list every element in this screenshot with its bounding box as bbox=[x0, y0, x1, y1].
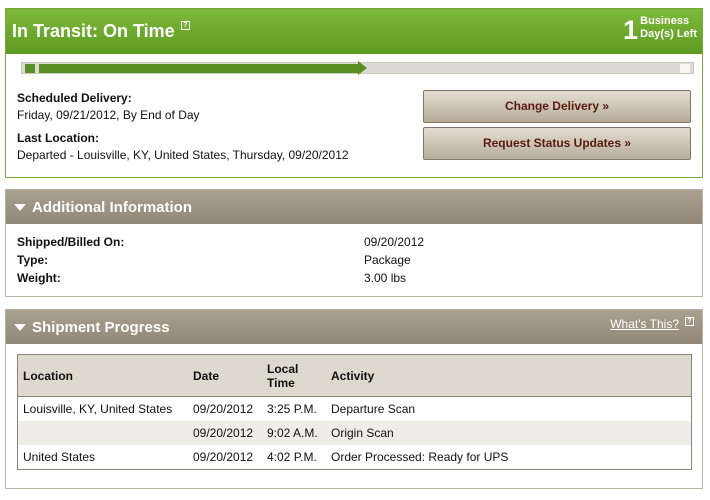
row-location bbox=[17, 421, 187, 445]
collapse-caret-icon[interactable] bbox=[14, 324, 26, 331]
progress-start-marker bbox=[25, 64, 35, 73]
shipment-progress-table: Location Date Local Time Activity Louisv… bbox=[17, 354, 692, 470]
status-panel: In Transit: On Time? 1 Business Day(s) L… bbox=[5, 8, 703, 178]
days-left-number: 1 bbox=[622, 15, 638, 45]
scheduled-delivery-value: Friday, 09/21/2012, By End of Day bbox=[17, 108, 200, 122]
question-icon[interactable]: ? bbox=[685, 317, 694, 326]
shipment-progress-header[interactable]: Shipment Progress What's This?? bbox=[6, 310, 702, 344]
row-activity: Departure Scan bbox=[331, 402, 416, 416]
row-time: 3:25 P.M. bbox=[267, 402, 317, 416]
days-left-line1: Business bbox=[640, 15, 690, 27]
weight-value: 3.00 lbs bbox=[364, 271, 407, 285]
shipment-progress-title: Shipment Progress bbox=[32, 319, 170, 336]
row-date: 09/20/2012 bbox=[193, 450, 254, 464]
type-value: Package bbox=[364, 253, 411, 267]
row-location: Louisville, KY, United States bbox=[23, 402, 173, 416]
row-time: 4:02 P.M. bbox=[267, 450, 317, 464]
whats-this-link[interactable]: What's This?? bbox=[610, 317, 694, 331]
progress-end-marker bbox=[680, 64, 690, 73]
additional-information-panel: Additional Information Shipped/Billed On… bbox=[5, 189, 703, 297]
row-date: 09/20/2012 bbox=[193, 402, 254, 416]
scheduled-delivery: Scheduled Delivery: Friday, 09/21/2012, … bbox=[17, 90, 200, 124]
row-date: 09/20/2012 bbox=[187, 421, 261, 445]
weight-row: Weight: 3.00 lbs bbox=[17, 271, 697, 288]
additional-information-title: Additional Information bbox=[32, 199, 192, 216]
last-location-label: Last Location: bbox=[17, 131, 100, 145]
days-left-label: Business Day(s) Left bbox=[640, 15, 697, 41]
additional-information-header[interactable]: Additional Information bbox=[6, 190, 702, 224]
status-title: In Transit: On Time? bbox=[12, 21, 190, 42]
type-row: Type: Package bbox=[17, 253, 697, 270]
request-status-updates-button[interactable]: Request Status Updates » bbox=[423, 127, 691, 160]
shipment-progress-panel: Shipment Progress What's This?? Location… bbox=[5, 309, 703, 489]
delivery-progress-bar bbox=[21, 61, 694, 75]
status-title-text: In Transit: On Time bbox=[12, 21, 175, 41]
table-row: United States 09/20/2012 4:02 P.M. Order… bbox=[18, 445, 692, 470]
shipped-billed-label: Shipped/Billed On: bbox=[17, 235, 125, 249]
whats-this-label[interactable]: What's This? bbox=[610, 317, 679, 331]
progress-fill bbox=[39, 64, 358, 73]
change-delivery-button[interactable]: Change Delivery » bbox=[423, 90, 691, 123]
days-left-line2: Day(s) Left bbox=[640, 28, 697, 40]
collapse-caret-icon[interactable] bbox=[14, 204, 26, 211]
question-icon[interactable]: ? bbox=[180, 21, 190, 30]
column-header-location: Location bbox=[17, 354, 187, 397]
table-row: 09/20/2012 9:02 A.M. Origin Scan bbox=[17, 421, 692, 445]
scheduled-delivery-label: Scheduled Delivery: bbox=[17, 91, 132, 105]
column-header-date: Date bbox=[187, 354, 261, 397]
shipped-billed-value: 09/20/2012 bbox=[364, 235, 425, 249]
table-row: Louisville, KY, United States 09/20/2012… bbox=[18, 397, 692, 422]
last-location: Last Location: Departed - Louisville, KY… bbox=[17, 130, 349, 164]
column-header-local-time-1: Local bbox=[267, 361, 299, 376]
status-header: In Transit: On Time? 1 Business Day(s) L… bbox=[6, 9, 702, 54]
table-header-row: Location Date Local Time Activity bbox=[17, 354, 692, 397]
row-time: 9:02 A.M. bbox=[261, 421, 325, 445]
type-label: Type: bbox=[17, 253, 49, 267]
shipped-billed-row: Shipped/Billed On: 09/20/2012 bbox=[17, 235, 697, 252]
column-header-activity: Activity bbox=[325, 354, 692, 397]
weight-label: Weight: bbox=[17, 271, 61, 285]
row-activity: Origin Scan bbox=[325, 421, 692, 445]
progress-arrow-icon bbox=[358, 61, 367, 75]
column-header-local-time-2: Time bbox=[267, 375, 295, 390]
row-activity: Order Processed: Ready for UPS bbox=[331, 450, 509, 464]
last-location-value: Departed - Louisville, KY, United States… bbox=[17, 148, 349, 162]
row-location: United States bbox=[23, 450, 96, 464]
column-header-local-time: Local Time bbox=[261, 354, 325, 397]
